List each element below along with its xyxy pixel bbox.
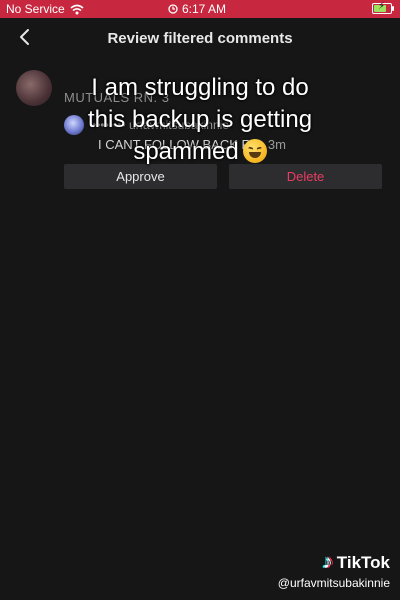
charging-bolt-icon: ⚡ — [378, 1, 386, 12]
page-title: Review filtered comments — [107, 30, 293, 47]
video-caption: I am struggling to do this backup is get… — [40, 72, 360, 168]
header: Review filtered comments — [0, 18, 400, 58]
watermark-username: @urfavmitsubakinnie — [277, 576, 390, 590]
watermark-brand: TikTok — [336, 552, 390, 572]
caption-line-1: I am struggling to do — [91, 74, 309, 101]
tiktok-watermark: ♪ TikTok @urfavmitsubakinnie — [278, 551, 390, 590]
tiktok-logo-icon: ♪ — [322, 551, 333, 573]
status-bar: No Service 6:17 AM ⚡ — [0, 0, 400, 18]
caption-line-2: this backup is getting — [87, 106, 313, 133]
carrier-label: No Service — [6, 2, 65, 16]
clock-time: 6:17 AM — [182, 2, 227, 16]
wifi-icon — [70, 4, 84, 14]
caption-line-3: spammed — [40, 136, 360, 168]
alarm-icon — [168, 4, 178, 14]
battery-icon: ⚡ — [372, 1, 394, 14]
caption-line-3-text: spammed — [133, 138, 239, 165]
laughing-emoji-icon — [242, 139, 267, 163]
